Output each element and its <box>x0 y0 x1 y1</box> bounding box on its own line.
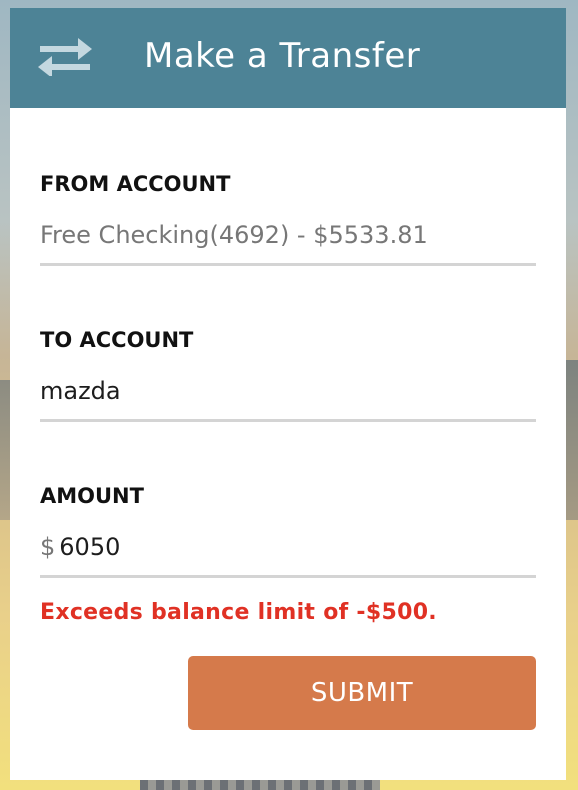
background-building <box>140 780 380 790</box>
from-account-label: FROM ACCOUNT <box>40 172 231 196</box>
from-account-select[interactable]: Free Checking(4692) - $5533.81 <box>40 220 536 266</box>
to-account-value: mazda <box>40 377 121 405</box>
currency-symbol: $ <box>40 533 56 561</box>
amount-error-message: Exceeds balance limit of -$500. <box>40 600 437 625</box>
transfer-arrows-icon <box>38 38 92 78</box>
page-title: Make a Transfer <box>144 36 421 76</box>
amount-value: 6050 <box>59 533 121 561</box>
submit-button[interactable]: SUBMIT <box>188 656 536 730</box>
to-account-input[interactable]: mazda <box>40 376 536 422</box>
from-account-field: FROM ACCOUNT Free Checking(4692) - $5533… <box>40 172 536 266</box>
amount-field: AMOUNT $ 6050 <box>40 484 536 578</box>
transfer-card: Make a Transfer FROM ACCOUNT Free Checki… <box>10 8 566 780</box>
to-account-field: TO ACCOUNT mazda <box>40 328 536 422</box>
from-account-value: Free Checking(4692) - $5533.81 <box>40 221 428 249</box>
amount-input[interactable]: $ 6050 <box>40 532 536 578</box>
background-edge-right <box>566 360 578 520</box>
background-edge-left <box>0 380 10 520</box>
to-account-label: TO ACCOUNT <box>40 328 194 352</box>
transfer-header: Make a Transfer <box>10 8 566 108</box>
amount-label: AMOUNT <box>40 484 144 508</box>
